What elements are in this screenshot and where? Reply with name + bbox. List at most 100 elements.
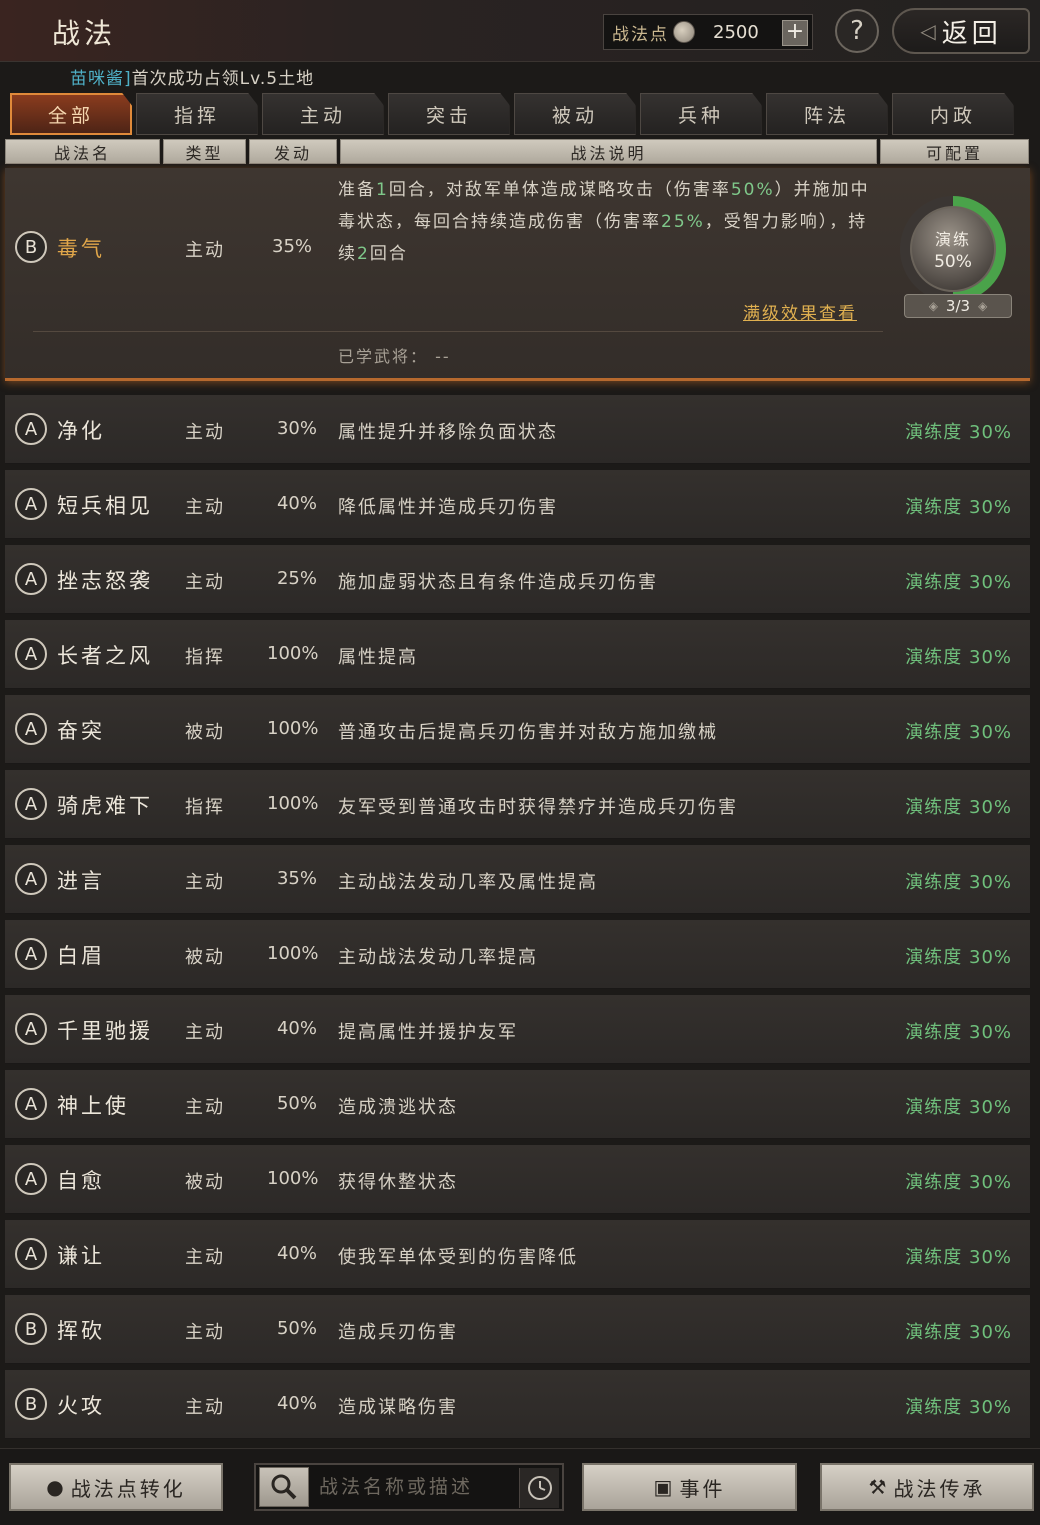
desc-highlight: 2 — [357, 244, 370, 264]
tactic-type: 主动 — [185, 1322, 225, 1343]
grade-badge: B — [15, 1388, 47, 1420]
tactic-rate: 25% — [276, 568, 317, 589]
tactic-name: 净化 — [57, 419, 105, 443]
tab-active[interactable]: 主动 — [262, 93, 384, 135]
bottom-bar: ● 战法点转化 ▣ 事件 ⚒ 战法传承 — [0, 1448, 1040, 1525]
back-button[interactable]: ◁ 返回 — [892, 8, 1030, 54]
expanded-tactic-row[interactable]: B 毒气 主动 35% 准备1回合，对敌军单体造成谋略攻击（伤害率50%）并施加… — [5, 168, 1030, 381]
help-button[interactable]: ? — [835, 9, 879, 53]
desc-highlight: 25% — [661, 212, 705, 232]
grade-badge: A — [15, 938, 47, 970]
tactic-row[interactable]: A 长者之风 指挥 100% 属性提高 演练度 30% — [5, 620, 1030, 689]
clock-icon[interactable] — [519, 1468, 559, 1508]
tactic-type: 主动 — [185, 1247, 225, 1268]
events-button[interactable]: ▣ 事件 — [582, 1463, 797, 1511]
tab-troop[interactable]: 兵种 — [640, 93, 762, 135]
tactic-name: 挫志怒袭 — [57, 569, 153, 593]
tab-all[interactable]: 全部 — [10, 93, 132, 135]
practice-count: ◈ 3/3 ◈ — [904, 294, 1012, 318]
desc-part: 回合，对敌军单体造成谋略攻击（伤害率 — [388, 180, 731, 200]
grade-badge: A — [15, 1238, 47, 1270]
tactic-description: 普通攻击后提高兵刃伤害并对敌方施加缴械 — [338, 722, 718, 743]
search-input[interactable] — [319, 1467, 519, 1507]
tactic-rate: 50% — [276, 1318, 317, 1339]
tactic-row[interactable]: A 谦让 主动 40% 使我军单体受到的伤害降低 演练度 30% — [5, 1220, 1030, 1289]
practice-level: 演练度 30% — [905, 722, 1012, 743]
tactic-description: 属性提高 — [338, 647, 418, 668]
tab-internal[interactable]: 内政 — [892, 93, 1014, 135]
page-title: 战法 — [52, 17, 117, 50]
tab-assault[interactable]: 突击 — [388, 93, 510, 135]
tactic-description: 准备1回合，对敌军单体造成谋略攻击（伤害率50%）并施加中毒状态，每回合持续造成… — [338, 174, 878, 270]
tactic-type: 主动 — [185, 240, 225, 261]
tactic-row[interactable]: A 自愈 被动 100% 获得休整状态 演练度 30% — [5, 1145, 1030, 1214]
desc-part: 回合 — [369, 244, 408, 264]
learned-generals: 已学武将： -- — [338, 343, 451, 367]
practice-level: 演练度 30% — [905, 797, 1012, 818]
practice-label: 演练 — [934, 230, 971, 249]
inherit-tactic-button[interactable]: ⚒ 战法传承 — [820, 1463, 1034, 1511]
top-bar: 战法 战法点 2500 + ? ◁ 返回 — [0, 0, 1040, 62]
tactic-row[interactable]: B 火攻 主动 40% 造成谋略伤害 演练度 30% — [5, 1370, 1030, 1439]
grade-badge: A — [15, 1013, 47, 1045]
tactic-row[interactable]: A 白眉 被动 100% 主动战法发动几率提高 演练度 30% — [5, 920, 1030, 989]
practice-level: 演练度 30% — [905, 872, 1012, 893]
column-header-type[interactable]: 类型 — [163, 139, 246, 164]
add-points-button[interactable]: + — [782, 20, 808, 46]
coin-icon: ● — [46, 1475, 67, 1499]
tactic-type: 主动 — [185, 1097, 225, 1118]
tactic-name: 进言 — [57, 869, 105, 893]
tactic-name: 毒气 — [57, 237, 105, 261]
tab-formation[interactable]: 阵法 — [766, 93, 888, 135]
practice-progress-ring[interactable]: 演练 50% — [900, 196, 1006, 302]
practice-button[interactable]: 演练 50% — [910, 206, 996, 292]
tactic-row[interactable]: B 挥砍 主动 50% 造成兵刃伤害 演练度 30% — [5, 1295, 1030, 1364]
notice-player-name: 苗咪酱] — [70, 69, 132, 89]
tactic-name: 千里驰援 — [57, 1019, 153, 1043]
convert-points-button[interactable]: ● 战法点转化 — [9, 1463, 223, 1511]
search-box — [254, 1463, 564, 1511]
grade-badge: A — [15, 1163, 47, 1195]
tactic-type: 被动 — [185, 722, 225, 743]
back-arrow-icon: ◁ — [920, 19, 936, 43]
tactic-type: 被动 — [185, 947, 225, 968]
tab-passive[interactable]: 被动 — [514, 93, 636, 135]
column-header-name[interactable]: 战法名 — [5, 139, 160, 164]
tactic-row[interactable]: A 短兵相见 主动 40% 降低属性并造成兵刃伤害 演练度 30% — [5, 470, 1030, 539]
tactic-row[interactable]: A 神上使 主动 50% 造成溃逃状态 演练度 30% — [5, 1070, 1030, 1139]
tactic-row[interactable]: A 骑虎难下 指挥 100% 友军受到普通攻击时获得禁疗并造成兵刃伤害 演练度 30% — [5, 770, 1030, 839]
tactic-description: 造成兵刃伤害 — [338, 1322, 458, 1343]
tactic-name: 挥砍 — [57, 1319, 105, 1343]
grade-badge: A — [15, 1088, 47, 1120]
practice-level: 演练度 30% — [905, 647, 1012, 668]
tactic-rate: 30% — [276, 418, 317, 439]
grade-badge: A — [15, 788, 47, 820]
tactic-description: 提高属性并援护友军 — [338, 1022, 518, 1043]
search-icon[interactable] — [259, 1467, 309, 1507]
tactic-row[interactable]: A 挫志怒袭 主动 25% 施加虚弱状态且有条件造成兵刃伤害 演练度 30% — [5, 545, 1030, 614]
column-header-description: 战法说明 — [340, 139, 877, 164]
points-label: 战法点 — [612, 24, 669, 45]
tactic-rate: 100% — [267, 793, 319, 814]
events-label: 事件 — [679, 1476, 726, 1501]
convert-label: 战法点转化 — [70, 1476, 186, 1501]
practice-level: 演练度 30% — [905, 572, 1012, 593]
tactic-row[interactable]: A 净化 主动 30% 属性提升并移除负面状态 演练度 30% — [5, 395, 1030, 464]
tab-command[interactable]: 指挥 — [136, 93, 258, 135]
column-header-configurable[interactable]: 可配置 — [880, 139, 1029, 164]
full-level-effect-link[interactable]: 满级效果查看 — [743, 299, 857, 324]
back-label: 返回 — [941, 18, 1002, 49]
tactic-type: 主动 — [185, 572, 225, 593]
grade-badge: A — [15, 563, 47, 595]
tactic-type: 主动 — [185, 1022, 225, 1043]
tactic-description: 使我军单体受到的伤害降低 — [338, 1247, 578, 1268]
tactic-name: 神上使 — [57, 1094, 129, 1118]
category-tabs: 全部 指挥 主动 突击 被动 兵种 阵法 内政 — [10, 93, 1018, 135]
practice-level: 演练度 30% — [905, 497, 1012, 518]
tactic-row[interactable]: A 奋突 被动 100% 普通攻击后提高兵刃伤害并对敌方施加缴械 演练度 30% — [5, 695, 1030, 764]
column-header-rate[interactable]: 发动 — [249, 139, 337, 164]
grade-badge: A — [15, 488, 47, 520]
tactic-row[interactable]: A 进言 主动 35% 主动战法发动几率及属性提高 演练度 30% — [5, 845, 1030, 914]
tactic-name: 谦让 — [57, 1244, 105, 1268]
tactic-row[interactable]: A 千里驰援 主动 40% 提高属性并援护友军 演练度 30% — [5, 995, 1030, 1064]
